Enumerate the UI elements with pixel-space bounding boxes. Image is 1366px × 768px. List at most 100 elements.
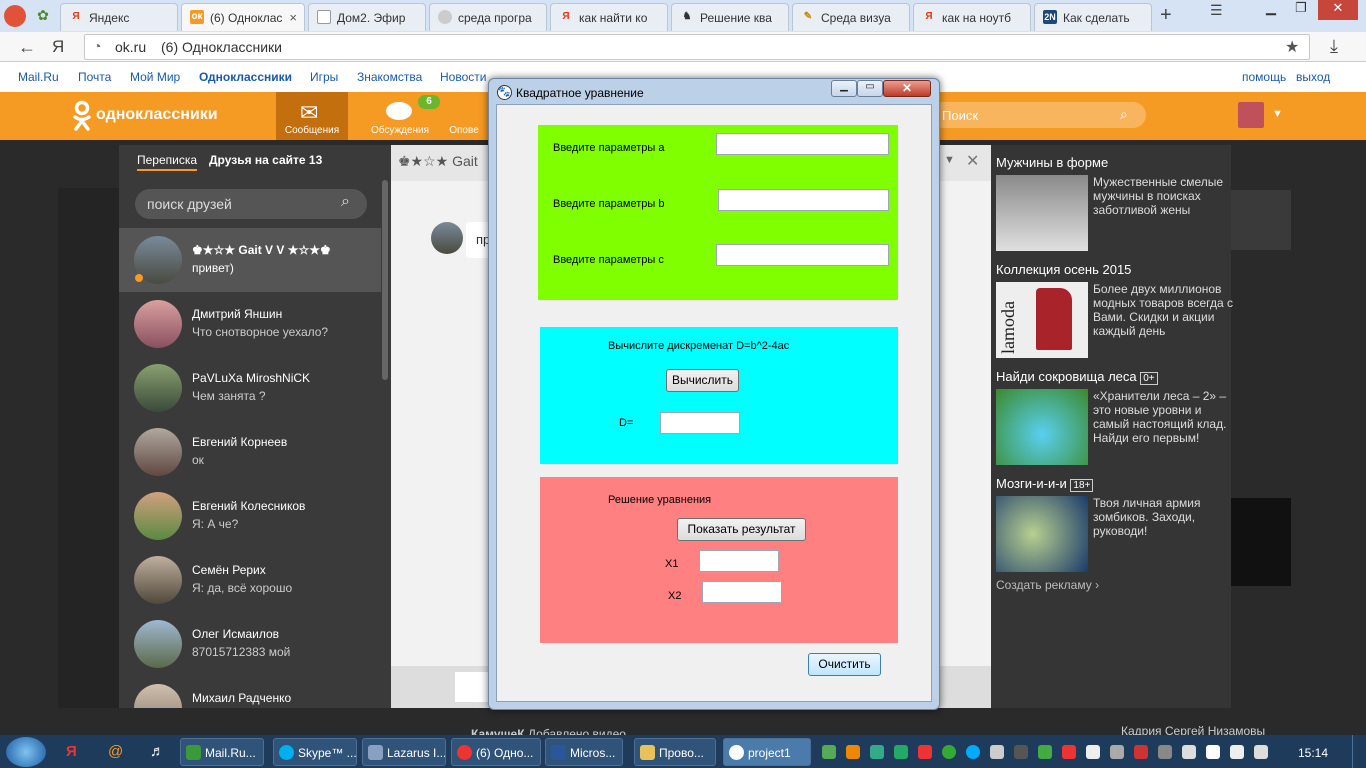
pinned-tab-icon[interactable]: ✿	[34, 7, 52, 25]
nav-messages[interactable]: ✉ Сообщения	[276, 92, 348, 140]
friend-row[interactable]: Олег Исмаилов 87015712383 мой	[119, 612, 381, 676]
tab-sreda-vizual[interactable]: ✎ Среда визуа	[792, 3, 910, 31]
ad-image[interactable]: lamoda	[996, 282, 1088, 358]
taskbar-item[interactable]: project1	[723, 738, 811, 766]
close-icon[interactable]: ✕	[883, 80, 931, 97]
tab-kak-na-noutb[interactable]: Я как на ноутб	[913, 3, 1031, 31]
back-button[interactable]: ←	[18, 37, 36, 58]
ad-title[interactable]: Коллекция осень 2015	[996, 262, 1131, 277]
volume-icon[interactable]	[1254, 745, 1268, 759]
network-icon[interactable]	[1230, 745, 1244, 759]
maximize-icon[interactable]: ▭	[857, 80, 883, 97]
clock[interactable]: 15:14	[1298, 746, 1328, 760]
tray-icon[interactable]	[894, 745, 908, 759]
show-desktop-button[interactable]	[1352, 735, 1366, 768]
ok-logo-icon[interactable]	[72, 100, 92, 132]
tray-icon[interactable]	[846, 745, 860, 759]
taskbar-item[interactable]: Прово...	[634, 738, 716, 766]
friend-row[interactable]: Евгений Корнеев ок	[119, 420, 381, 484]
friend-row[interactable]: Дмитрий Яншин Что снотворное уехало?	[119, 292, 381, 356]
clear-button[interactable]: Очистить	[808, 653, 881, 676]
close-icon[interactable]: ×	[289, 10, 297, 25]
tray-icon[interactable]	[918, 745, 932, 759]
link-odnoklassniki[interactable]: Одноклассники	[199, 70, 292, 84]
nav-discussions[interactable]: 6 Обсуждения	[364, 92, 440, 140]
maximize-icon[interactable]: ❐	[1288, 0, 1314, 20]
tray-icon[interactable]	[990, 745, 1004, 759]
tray-icon[interactable]	[966, 745, 980, 759]
tray-icon[interactable]	[1038, 745, 1052, 759]
search-icon[interactable]: ⌕	[341, 193, 350, 211]
x2-output[interactable]	[702, 581, 782, 603]
friend-row[interactable]: Семён Рерих Я: да, всё хорошо	[119, 548, 381, 612]
link-moy-mir[interactable]: Мой Мир	[130, 70, 180, 84]
friend-row[interactable]: Михаил Радченко	[119, 676, 381, 708]
ad-title[interactable]: Найди сокровища леса 0+	[996, 369, 1158, 385]
tray-icon[interactable]	[1110, 745, 1124, 759]
input-a[interactable]	[716, 133, 889, 155]
tray-icon[interactable]	[1086, 745, 1100, 759]
start-button[interactable]	[6, 737, 46, 767]
taskbar-item[interactable]: Skype™ ...	[273, 738, 357, 766]
ok-search-input[interactable]: Поиск ⌕	[930, 102, 1146, 128]
friends-scrollbar[interactable]	[382, 180, 388, 380]
music-pinned-icon[interactable]: ♬	[150, 743, 165, 760]
tab-kak-nayti[interactable]: Я как найти ко	[550, 3, 668, 31]
tab-yandex[interactable]: Я Яндекс	[60, 3, 178, 31]
download-icon[interactable]: ⤓	[1330, 36, 1338, 57]
friend-search-input[interactable]: поиск друзей ⌕	[135, 189, 367, 219]
tab-sreda[interactable]: среда програ	[429, 3, 547, 31]
tray-icon[interactable]	[870, 745, 884, 759]
taskbar-item[interactable]: (6) Одно...	[451, 738, 541, 766]
user-avatar[interactable]	[1238, 102, 1264, 128]
tab-kak-sdelat[interactable]: 2N Как сделать	[1034, 3, 1152, 31]
x1-output[interactable]	[699, 550, 779, 572]
search-icon[interactable]: ⌕	[1120, 106, 1128, 123]
tray-icon[interactable]	[822, 745, 836, 759]
star-icon[interactable]: ★	[1285, 37, 1299, 57]
create-ad-link[interactable]: Создать рекламу ›	[996, 578, 1099, 592]
minimize-icon[interactable]: ▁	[1258, 0, 1284, 20]
taskbar-item[interactable]: Micros...	[545, 738, 623, 766]
link-znakomstva[interactable]: Знакомства	[357, 70, 422, 84]
chevron-down-icon[interactable]: ▼	[1272, 108, 1283, 120]
yandex-browser-logo-icon[interactable]	[4, 5, 26, 27]
ad-image[interactable]	[996, 175, 1088, 251]
link-igry[interactable]: Игры	[310, 70, 338, 84]
ad-text[interactable]: Твоя личная армия зомбиков. Заходи, руко…	[1093, 496, 1233, 538]
taskbar-item[interactable]: Mail.Ru...	[180, 738, 264, 766]
close-chat-icon[interactable]: ✕	[966, 151, 979, 171]
link-logout[interactable]: выход	[1296, 70, 1330, 84]
minimize-icon[interactable]: ▁	[831, 80, 857, 97]
link-pochta[interactable]: Почта	[78, 70, 111, 84]
tray-icon[interactable]	[1206, 745, 1220, 759]
tab-reshenie[interactable]: ♞ Решение ква	[671, 3, 789, 31]
close-window-icon[interactable]: ✕	[1318, 0, 1358, 20]
tab-list-icon[interactable]: ☰	[1210, 2, 1223, 19]
tray-icon[interactable]	[1158, 745, 1172, 759]
show-result-button[interactable]: Показать результат	[677, 518, 806, 541]
ad-image[interactable]	[996, 496, 1088, 572]
tray-icon[interactable]	[1014, 745, 1028, 759]
tray-icon[interactable]	[942, 745, 956, 759]
ad-text[interactable]: «Хранители леса – 2» – это новые уровни …	[1093, 389, 1233, 445]
tray-icon[interactable]	[1062, 745, 1076, 759]
yandex-home-button[interactable]: Я	[52, 37, 64, 57]
tab-friends-online[interactable]: Друзья на сайте 13	[209, 153, 322, 167]
tab-odnoklassniki[interactable]: ок (6) Одноклас ×	[181, 3, 305, 31]
chevron-down-icon[interactable]: ▼	[944, 154, 955, 166]
tab-dom2[interactable]: Дом2. Эфир	[308, 3, 426, 31]
ad-title[interactable]: Мозги-и-и-и 18+	[996, 476, 1094, 492]
friend-row[interactable]: ♚★☆★ Gait V V ★☆★♚ привет)	[119, 228, 381, 292]
input-c[interactable]	[716, 244, 889, 266]
yandex-pinned-icon[interactable]: Я	[66, 743, 77, 760]
input-b[interactable]	[718, 189, 889, 211]
d-output[interactable]	[660, 412, 740, 434]
mail-pinned-icon[interactable]: @	[108, 743, 123, 760]
tray-icon[interactable]	[1182, 745, 1196, 759]
calculate-button[interactable]: Вычислить	[666, 369, 739, 392]
friend-row[interactable]: PaVLuXa MiroshNiCK Чем занята ?	[119, 356, 381, 420]
friend-row[interactable]: Евгений Колесников Я: А че?	[119, 484, 381, 548]
new-tab-button[interactable]: +	[1160, 4, 1172, 27]
ad-image[interactable]	[996, 389, 1088, 465]
